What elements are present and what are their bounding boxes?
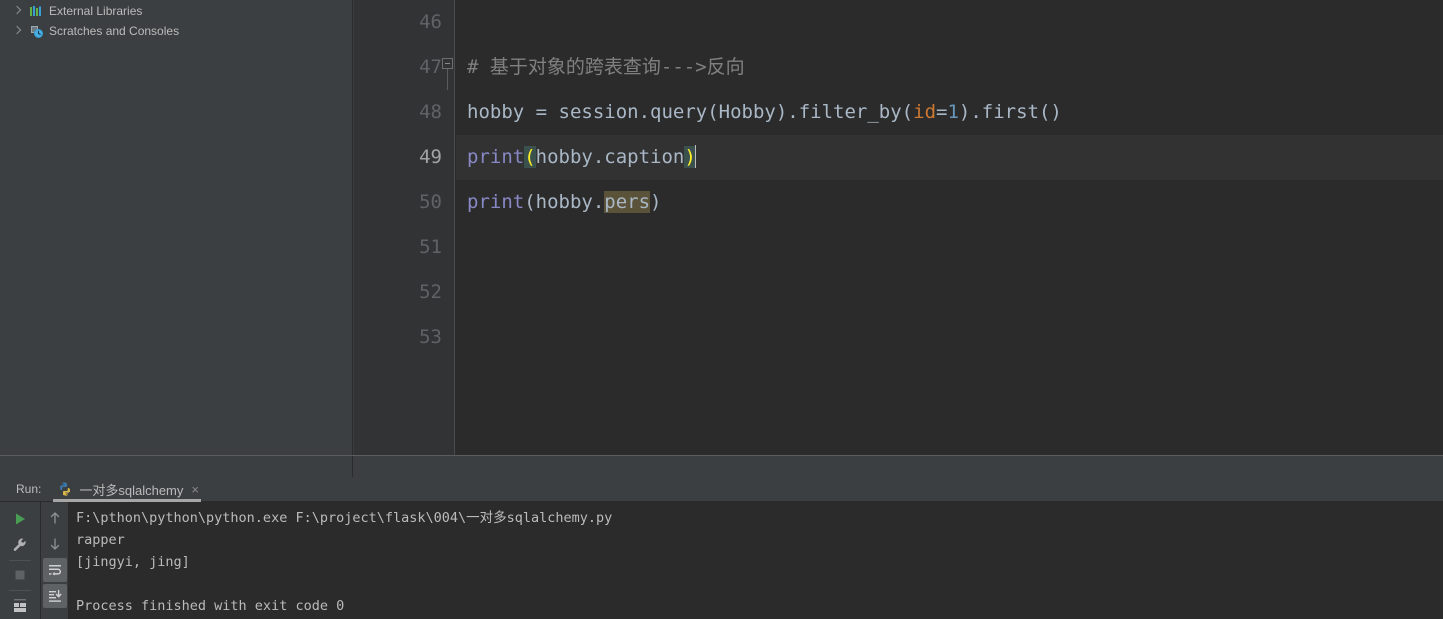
run-toolbar-secondary <box>40 502 68 619</box>
up-button[interactable] <box>43 506 67 530</box>
library-bars-icon <box>28 3 44 19</box>
run-tool-window: Run: 一对多sqlalchemy × F:\pthon\python\pyt… <box>0 477 1443 619</box>
line-number: 52 <box>419 281 442 303</box>
rerun-button[interactable] <box>7 506 33 532</box>
sidebar-bottom-strip <box>0 456 353 477</box>
code-token-plain: ).first() <box>958 101 1062 123</box>
line-number: 46 <box>419 11 442 33</box>
console-line: [jingyi, jing] <box>76 554 190 570</box>
sidebar-item-label: Scratches and Consoles <box>49 24 180 38</box>
code-token-unresolved: pers <box>604 191 651 213</box>
fold-collapse-icon[interactable] <box>442 58 453 69</box>
line-number: 51 <box>419 236 442 258</box>
line-number-column: 46 47 48 49 50 51 52 53 <box>354 0 453 360</box>
sidebar-item-label: External Libraries <box>49 4 143 18</box>
code-token-plain: = <box>936 101 948 123</box>
sidebar-item-scratches-and-consoles[interactable]: Scratches and Consoles <box>0 21 352 41</box>
chevron-right-icon[interactable] <box>13 25 23 37</box>
line-number: 48 <box>419 101 442 123</box>
code-line[interactable] <box>456 270 1443 315</box>
sidebar-item-external-libraries[interactable]: External Libraries <box>0 1 352 21</box>
code-line[interactable] <box>456 315 1443 360</box>
line-number: 47 <box>419 56 442 78</box>
console-line: F:\pthon\python\python.exe F:\project\fl… <box>76 510 613 526</box>
toolbar-separator <box>9 559 31 561</box>
code-token-paren-match: ( <box>524 146 536 168</box>
project-tree-panel: External Libraries Scratches and Console… <box>0 0 353 455</box>
ide-window: External Libraries Scratches and Console… <box>0 0 1443 619</box>
code-token-kw: id <box>913 101 937 123</box>
scratches-clock-icon <box>28 23 44 39</box>
settings-button[interactable] <box>7 532 33 558</box>
code-token-fn: print <box>467 191 525 213</box>
code-line[interactable]: hobby = session.query(Hobby).filter_by(i… <box>456 90 1443 135</box>
run-tab-active[interactable]: 一对多sqlalchemy × <box>53 477 207 502</box>
code-line-current[interactable]: print(hobby.caption) <box>456 135 1443 180</box>
code-token-plain: (hobby. <box>524 191 605 213</box>
run-label: Run: <box>16 481 42 496</box>
line-number: 50 <box>419 191 442 213</box>
code-line[interactable] <box>456 225 1443 270</box>
code-editor[interactable]: 46 47 48 49 50 51 52 53 # 基于对象的跨表查询--->反… <box>354 0 1443 455</box>
layout-grid-button[interactable] <box>7 593 33 619</box>
stop-button[interactable] <box>7 562 33 588</box>
toolbar-separator <box>9 590 31 592</box>
code-token-plain: hobby = session.query(Hobby).filter_by( <box>467 101 914 123</box>
code-text-area[interactable]: # 基于对象的跨表查询--->反向 hobby = session.query(H… <box>442 0 1443 455</box>
down-button[interactable] <box>43 532 67 556</box>
console-output[interactable]: F:\pthon\python\python.exe F:\project\fl… <box>68 502 1443 619</box>
code-token-num: 1 <box>947 101 959 123</box>
fold-region-line <box>447 69 448 90</box>
code-line[interactable] <box>456 0 1443 45</box>
scroll-to-end-button[interactable] <box>42 584 67 608</box>
code-token-plain: ) <box>650 191 662 213</box>
code-token-fn: print <box>467 146 525 168</box>
line-number: 53 <box>419 326 442 348</box>
run-tab-label: 一对多sqlalchemy <box>79 482 184 498</box>
run-tool-window-body: F:\pthon\python\python.exe F:\project\fl… <box>0 502 1443 619</box>
editor-bottom-strip <box>0 455 1443 477</box>
console-line: rapper <box>76 532 125 548</box>
close-icon[interactable]: × <box>189 483 201 496</box>
code-token-plain: hobby.caption <box>535 146 685 168</box>
code-line[interactable]: print(hobby.pers) <box>456 180 1443 225</box>
chevron-right-icon[interactable] <box>13 5 23 17</box>
code-token-comment: # 基于对象的跨表查询--->反向 <box>467 56 745 78</box>
python-icon <box>57 481 73 497</box>
code-line[interactable]: # 基于对象的跨表查询--->反向 <box>442 45 1443 90</box>
run-tool-window-header: Run: 一对多sqlalchemy × <box>0 477 1443 502</box>
line-number-current: 49 <box>419 146 442 168</box>
console-line: Process finished with exit code 0 <box>76 598 345 614</box>
editor-gutter[interactable]: 46 47 48 49 50 51 52 53 <box>354 0 455 455</box>
soft-wrap-button[interactable] <box>42 558 67 582</box>
run-toolbar-primary <box>0 502 40 619</box>
text-caret <box>694 145 696 168</box>
